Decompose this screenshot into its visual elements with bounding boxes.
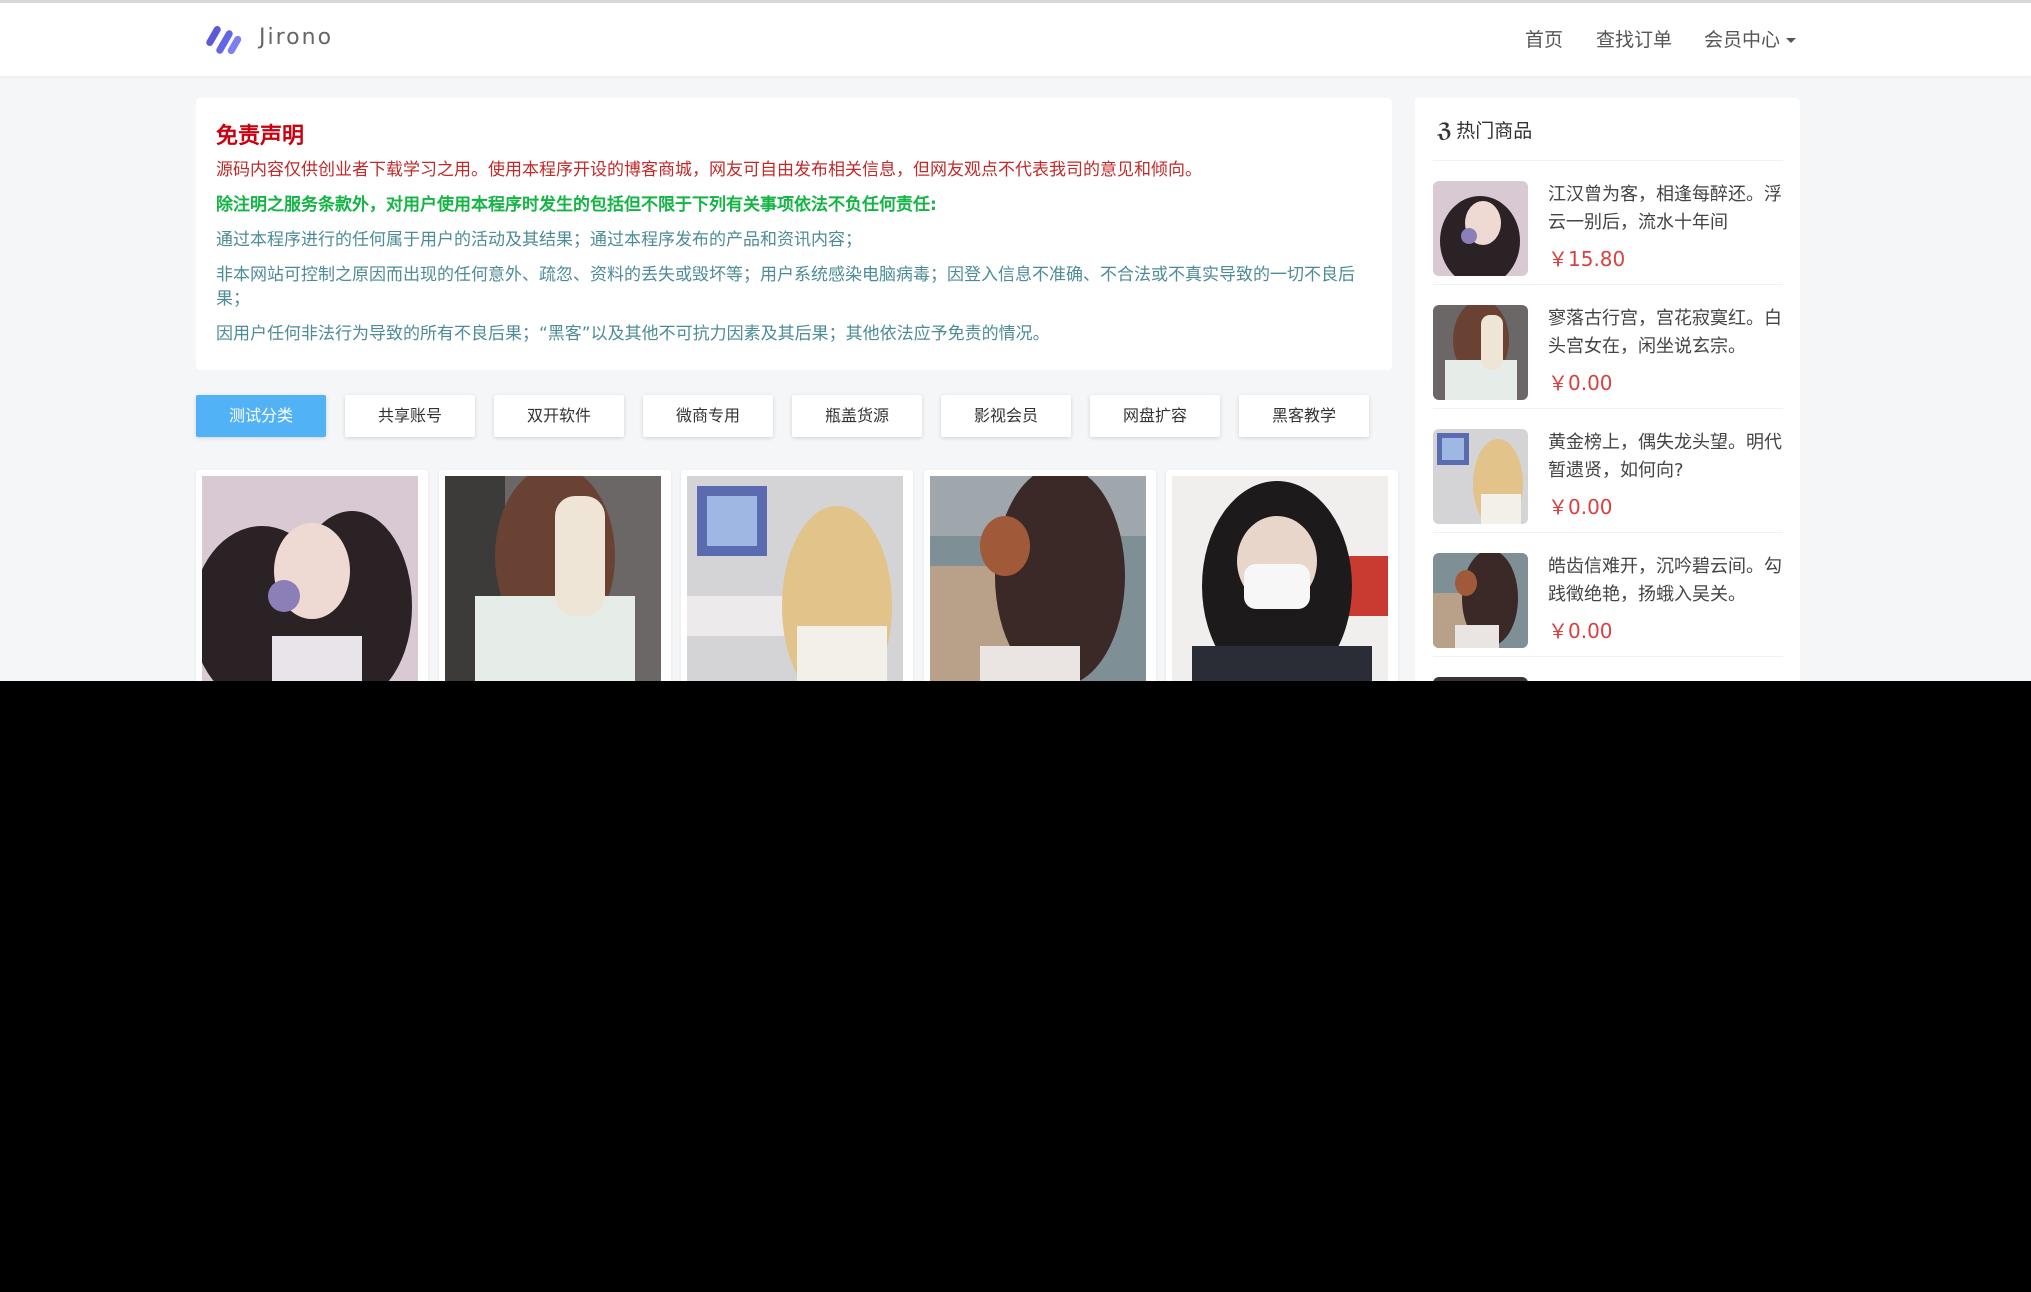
hot-product-thumbnail[interactable]: [1433, 429, 1528, 524]
disclaimer-title: 免责声明: [216, 124, 305, 149]
product-image[interactable]: [202, 476, 418, 681]
hot-products-header: ℨ 热门商品: [1437, 116, 1532, 143]
disclaimer-line: 源码内容仅供创业者下载学习之用。使用本程序开设的博客商城，网友可自由发布相关信息…: [216, 160, 1202, 180]
hot-product-name[interactable]: 黄金榜上，偶失龙头望。明代暂遗贤，如何向?: [1548, 429, 1783, 485]
disclaimer-panel: 免责声明 源码内容仅供创业者下载学习之用。使用本程序开设的博客商城，网友可自由发…: [196, 98, 1392, 370]
hot-product-name[interactable]: 江汉曾为客，相逢每醉还。浮云一别后，流水十年间: [1548, 181, 1783, 237]
hot-product-thumbnail[interactable]: [1433, 181, 1528, 276]
hot-product-item[interactable]: 江汉曾为客，相逢每醉还。浮云一别后，流水十年间 ￥15.80: [1433, 160, 1783, 285]
nav-find-orders-link[interactable]: 查找订单: [1596, 25, 1672, 52]
hot-product-name[interactable]: 皓齿信难开，沉吟碧云间。勾践徵绝艳，扬蛾入吴关。: [1548, 553, 1783, 609]
brand-name[interactable]: Jirono: [259, 25, 333, 50]
hot-product-item[interactable]: [1433, 656, 1783, 681]
tab-category[interactable]: 测试分类: [196, 395, 326, 437]
disclaimer-line: 非本网站可控制之原因而出现的任何意外、疏忽、资料的丢失或毁坏等；用户系统感染电脑…: [216, 265, 1355, 309]
hot-product-item[interactable]: 皓齿信难开，沉吟碧云间。勾践徵绝艳，扬蛾入吴关。 ￥0.00: [1433, 532, 1783, 657]
css3-icon: ℨ: [1437, 117, 1453, 142]
tab-category[interactable]: 共享账号: [345, 395, 475, 437]
product-image[interactable]: [445, 476, 661, 681]
product-card[interactable]: [1166, 470, 1398, 681]
hot-product-price: ￥0.00: [1548, 495, 1613, 519]
hot-products-sidebar: ℨ 热门商品 江汉曾为客，相逢每醉还。浮云一别后，流水十年间 ￥15.80 寥落…: [1415, 98, 1800, 681]
hot-product-item[interactable]: 寥落古行宫，宫花寂寞红。白头宫女在，闲坐说玄宗。 ￥0.00: [1433, 284, 1783, 409]
product-image[interactable]: [1172, 476, 1388, 681]
hot-product-price: ￥15.80: [1548, 247, 1626, 271]
tab-category[interactable]: 网盘扩容: [1090, 395, 1220, 437]
disclaimer-line: 除注明之服务条款外，对用户使用本程序时发生的包括但不限于下列有关事项依法不负任何…: [216, 195, 937, 215]
tab-category[interactable]: 瓶盖货源: [792, 395, 922, 437]
product-image[interactable]: [930, 476, 1146, 681]
hot-product-thumbnail[interactable]: [1433, 305, 1528, 400]
disclaimer-line: 因用户任何非法行为导致的所有不良后果；“黑客”以及其他不可抗力因素及其后果；其他…: [216, 324, 1050, 344]
hot-product-thumbnail[interactable]: [1433, 553, 1528, 648]
product-image[interactable]: [687, 476, 903, 681]
hot-products-title: 热门商品: [1456, 120, 1533, 142]
hot-product-name[interactable]: 寥落古行宫，宫花寂寞红。白头宫女在，闲坐说玄宗。: [1548, 305, 1783, 361]
top-navbar: Jirono 首页 查找订单 会员中心: [0, 0, 2031, 76]
logo-slashes-icon[interactable]: [204, 21, 242, 59]
product-card[interactable]: [196, 470, 428, 681]
product-card[interactable]: [439, 470, 671, 681]
nav-member-center-dropdown[interactable]: 会员中心: [1704, 25, 1797, 52]
tab-category[interactable]: 双开软件: [494, 395, 624, 437]
product-card[interactable]: [924, 470, 1156, 681]
nav-home-link[interactable]: 首页: [1525, 25, 1563, 52]
product-card[interactable]: [681, 470, 913, 681]
hot-product-price: ￥0.00: [1548, 371, 1613, 395]
tab-category[interactable]: 影视会员: [941, 395, 1071, 437]
hot-product-price: ￥0.00: [1548, 619, 1613, 643]
disclaimer-line: 通过本程序进行的任何属于用户的活动及其结果；通过本程序发布的产品和资讯内容；: [216, 230, 862, 250]
tab-category[interactable]: 微商专用: [643, 395, 773, 437]
tab-category[interactable]: 黑客教学: [1239, 395, 1369, 437]
caret-down-icon: [1786, 38, 1797, 43]
hot-product-thumbnail[interactable]: [1433, 677, 1528, 681]
member-center-label: 会员中心: [1704, 29, 1781, 51]
page-viewport: Jirono 首页 查找订单 会员中心 免责声明 源码内容仅供创业者下载学习之用…: [0, 0, 2031, 681]
hot-product-item[interactable]: 黄金榜上，偶失龙头望。明代暂遗贤，如何向? ￥0.00: [1433, 408, 1783, 533]
